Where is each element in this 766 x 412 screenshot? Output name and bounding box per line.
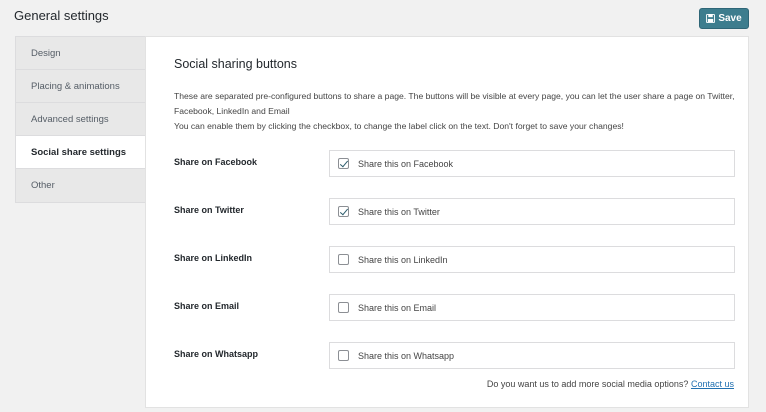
linkedin-label: Share on LinkedIn <box>174 253 253 263</box>
footer-text: Do you want us to add more social media … <box>486 379 689 389</box>
contact-us-link[interactable]: Contact us <box>691 379 734 389</box>
facebook-label: Share on Facebook <box>174 157 258 167</box>
page-title: General settings <box>14 8 109 23</box>
save-button-label: Save <box>718 13 742 24</box>
facebook-share-text[interactable]: Share this on Facebook <box>358 159 453 169</box>
twitter-share-field[interactable]: Share this on Twitter <box>329 198 735 225</box>
settings-tabs: Design Placing & animations Advanced set… <box>15 36 145 203</box>
tab-other[interactable]: Other <box>16 169 145 202</box>
linkedin-share-text[interactable]: Share this on LinkedIn <box>358 255 448 265</box>
tab-design[interactable]: Design <box>16 37 145 70</box>
whatsapp-label: Share on Whatsapp <box>174 349 259 359</box>
email-share-field[interactable]: Share this on Email <box>329 294 735 321</box>
twitter-checkbox[interactable] <box>338 206 349 217</box>
description-line-1: These are separated pre-configured butto… <box>174 91 735 116</box>
settings-panel: Social sharing buttons These are separat… <box>145 36 749 408</box>
tab-social-share-settings[interactable]: Social share settings <box>16 136 145 169</box>
whatsapp-share-field[interactable]: Share this on Whatsapp <box>329 342 735 369</box>
linkedin-checkbox[interactable] <box>338 254 349 265</box>
facebook-share-field[interactable]: Share this on Facebook <box>329 150 735 177</box>
floppy-disk-icon <box>706 14 716 23</box>
tab-placing-animations[interactable]: Placing & animations <box>16 70 145 103</box>
twitter-share-text[interactable]: Share this on Twitter <box>358 207 440 217</box>
email-checkbox[interactable] <box>338 302 349 313</box>
twitter-label: Share on Twitter <box>174 205 244 215</box>
linkedin-share-field[interactable]: Share this on LinkedIn <box>329 246 735 273</box>
save-button[interactable]: Save <box>699 8 749 29</box>
tab-advanced-settings[interactable]: Advanced settings <box>16 103 145 136</box>
panel-title: Social sharing buttons <box>174 57 297 71</box>
facebook-checkbox[interactable] <box>338 158 349 169</box>
whatsapp-checkbox[interactable] <box>338 350 349 361</box>
whatsapp-share-text[interactable]: Share this on Whatsapp <box>358 351 454 361</box>
email-share-text[interactable]: Share this on Email <box>358 303 436 313</box>
panel-description: These are separated pre-configured butto… <box>174 89 744 134</box>
email-label: Share on Email <box>174 301 240 311</box>
description-line-2: You can enable them by clicking the chec… <box>174 121 624 131</box>
footer-note: Do you want us to add more social media … <box>487 379 734 389</box>
